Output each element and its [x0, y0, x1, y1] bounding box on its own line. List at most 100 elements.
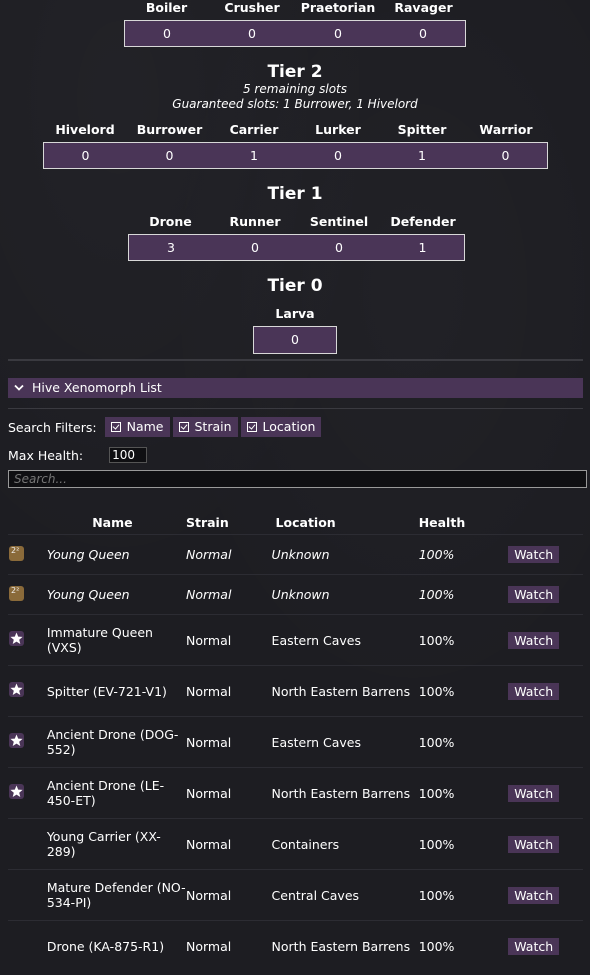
row-health: 100% [418, 614, 509, 666]
tier-title: Tier 1 [267, 184, 323, 204]
tier2-header: Tier 2 5 remaining slots Guaranteed slot… [0, 62, 590, 112]
row-name-text: Spitter (EV-721-V1) [46, 683, 167, 699]
max-health-input[interactable] [109, 447, 148, 463]
slot-count: 0 [296, 142, 380, 169]
row-health-text: 100% [418, 683, 455, 699]
tier-title: Tier 2 [267, 62, 323, 82]
max-health-label: Max Health: [8, 447, 84, 463]
watch-button[interactable]: Watch [508, 937, 560, 955]
table-row: Spitter (EV-721-V1) Normal North Eastern B… [8, 665, 583, 717]
row-name-text: Immature Queen (VXS) [46, 625, 153, 655]
tier1-header: Tier 1 [0, 184, 590, 204]
filter-strain-checkbox[interactable]: Strain [172, 417, 238, 437]
row-health-text: 100% [418, 547, 455, 562]
slot-count: 0 [127, 142, 212, 169]
row-health-text: 100% [418, 587, 455, 602]
row-location-text: Central Caves [271, 887, 360, 903]
row-health-text: 100% [418, 632, 455, 648]
row-name: Drone (KA-875-R1) [38, 920, 186, 972]
row-action: Watch [508, 534, 583, 575]
slot-count: 1 [381, 234, 465, 261]
row-action [508, 716, 583, 768]
filter-label-text: Strain [194, 419, 232, 434]
checkbox-icon [110, 422, 121, 432]
row-strain: Normal [185, 869, 272, 921]
slot-name: Praetorian [300, 0, 376, 15]
table-row: Young Queen Normal Unknown 100% Watch [8, 574, 583, 615]
row-icon-cell [8, 716, 39, 768]
table-row: Ancient Drone (DOG-552) Normal Eastern Cav… [8, 716, 583, 768]
slot-name: Warrior [479, 122, 533, 137]
checkbox-icon [246, 422, 257, 432]
row-action: Watch [508, 920, 583, 972]
row-action: Watch [508, 869, 583, 921]
table-row: Young Queen Normal Unknown 100% Watch [8, 534, 583, 575]
watch-button[interactable]: Watch [508, 586, 560, 603]
slot-name: Sentinel [309, 214, 369, 229]
row-health-text: 100% [418, 785, 455, 801]
row-strain-text: Normal [185, 632, 232, 648]
row-name: Ancient Drone (DOG-552) [38, 716, 186, 768]
search-filters: Search Filters: Name Strain Location [8, 417, 324, 437]
section-divider [8, 359, 583, 361]
row-location: Unknown [271, 534, 419, 575]
row-health-text: 100% [418, 887, 455, 903]
row-strain-text: Normal [185, 785, 232, 801]
watch-button[interactable]: Watch [508, 631, 560, 649]
row-health: 100% [418, 665, 509, 717]
row-health-text: 100% [418, 938, 455, 954]
max-health-row: Max Health: [8, 446, 148, 464]
row-health: 100% [418, 767, 509, 819]
section-divider [8, 408, 583, 409]
col-location: Location [275, 514, 336, 530]
watch-button[interactable]: Watch [508, 835, 560, 853]
tier-title: Tier 0 [267, 276, 323, 296]
watch-button[interactable]: Watch [508, 546, 560, 563]
watch-button[interactable]: Watch [508, 682, 560, 700]
table-row: Young Carrier (XX-289) Normal Containers 10… [8, 818, 583, 870]
row-name: Immature Queen (VXS) [38, 614, 186, 666]
tier0-slots: Larva 0 [253, 306, 337, 354]
filter-label-text: Name [126, 419, 164, 434]
col-health: Health [418, 514, 466, 530]
row-strain-text: Normal [185, 683, 232, 699]
row-location-text: Containers [271, 836, 340, 852]
watch-button[interactable]: Watch [508, 886, 560, 904]
row-strain: Normal [185, 534, 272, 575]
star-icon [9, 784, 24, 799]
slot-name: Spitter [397, 122, 447, 137]
search-input[interactable] [8, 470, 587, 488]
slot-name: Hivelord [55, 122, 115, 137]
row-health-text: 100% [418, 734, 455, 750]
filter-location-checkbox[interactable]: Location [240, 417, 322, 437]
dice-icon [9, 545, 24, 561]
chevron-down-icon [14, 378, 28, 398]
filter-name-checkbox[interactable]: Name [104, 417, 170, 437]
row-name-text: Young Carrier (XX-289) [46, 829, 161, 859]
dice-icon [9, 585, 24, 601]
slot-name: Lurker [315, 122, 361, 137]
slot-count: 0 [124, 20, 209, 47]
row-location-text: Eastern Caves [271, 632, 362, 648]
row-icon-cell [8, 534, 39, 575]
col-strain: Strain [185, 514, 229, 530]
watch-button[interactable]: Watch [508, 784, 560, 802]
col-icon [8, 510, 39, 535]
row-location-text: North Eastern Barrens [271, 683, 411, 699]
table-row: Ancient Drone (LE-450-ET) Normal North Eas… [8, 767, 583, 819]
hive-list-toggle[interactable]: Hive Xenomorph List [8, 378, 583, 398]
row-strain: Normal [185, 665, 272, 717]
row-name: Mature Defender (NO-534-PI) [38, 869, 186, 921]
row-health: 100% [418, 534, 509, 575]
row-location-text: Eastern Caves [271, 734, 362, 750]
star-icon [9, 682, 24, 697]
table-header-row: Name Strain Location Health [8, 510, 583, 535]
row-strain: Normal [185, 767, 272, 819]
row-location: Central Caves [271, 869, 419, 921]
row-strain-text: Normal [185, 938, 232, 954]
row-health-text: 100% [418, 836, 455, 852]
row-action: Watch [508, 767, 583, 819]
row-icon-cell [8, 767, 39, 819]
filters-label: Search Filters: [8, 419, 97, 435]
tier2-slots: Hivelord 0 Burrower 0 Carrier 1 Lurker 0 Spi… [43, 122, 548, 169]
